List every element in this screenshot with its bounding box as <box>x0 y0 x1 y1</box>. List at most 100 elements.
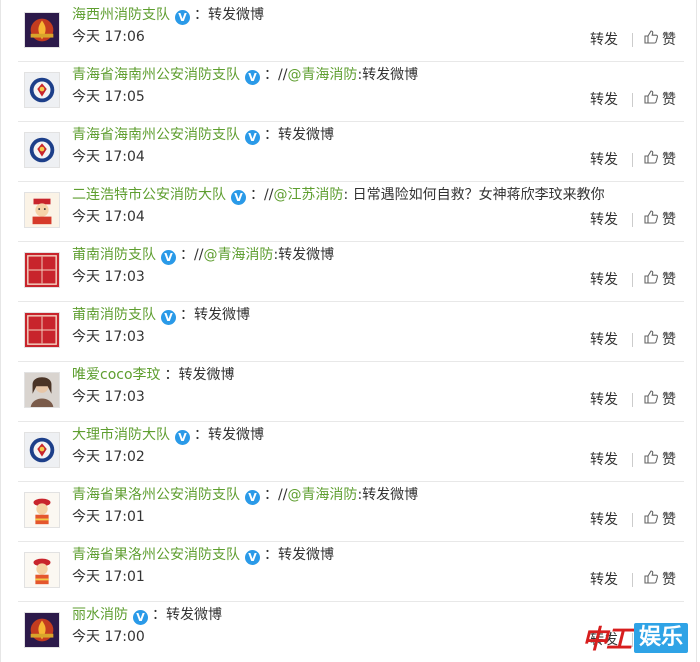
timestamp[interactable]: 今天 17:04 <box>72 147 145 167</box>
like-button[interactable]: 赞 <box>643 329 676 351</box>
portrait-avatar[interactable] <box>24 372 60 408</box>
verified-v-icon: V <box>161 310 176 325</box>
like-button[interactable]: 赞 <box>643 149 676 171</box>
repost-text: 转发微博 <box>166 607 222 623</box>
like-label: 赞 <box>662 332 676 348</box>
colon-separator: ： <box>264 487 278 503</box>
watermark-logo: 中工 <box>581 625 632 655</box>
repost-text: 转发微博 <box>278 547 334 563</box>
repost-item: 二连浩特市公安消防大队 V ：//@江苏消防: 日常遇险如何自救？女神蒋欣李玟来教你… <box>18 182 684 242</box>
like-button[interactable]: 赞 <box>643 209 676 231</box>
user-name-link[interactable]: 海西州消防支队 <box>72 7 170 23</box>
action-divider <box>632 393 633 407</box>
user-name-link[interactable]: 莆南消防支队 <box>72 307 156 323</box>
forward-button[interactable]: 转发 <box>590 90 618 110</box>
thumbs-up-icon <box>643 29 662 51</box>
like-button[interactable]: 赞 <box>643 509 676 531</box>
user-name-link[interactable]: 唯爱coco李玟 <box>72 367 161 383</box>
repost-item: 青海省果洛州公安消防支队 V ：//@青海消防:转发微博 今天 17:01 转发 赞 <box>18 482 684 542</box>
forward-button[interactable]: 转发 <box>590 570 618 590</box>
like-button[interactable]: 赞 <box>643 269 676 291</box>
forward-button[interactable]: 转发 <box>590 390 618 410</box>
like-button[interactable]: 赞 <box>643 29 676 51</box>
post-actions: 转发 赞 <box>590 30 676 50</box>
user-name-link[interactable]: 莆南消防支队 <box>72 247 156 263</box>
like-button[interactable]: 赞 <box>643 569 676 591</box>
fire-emblem-avatar[interactable] <box>24 12 60 48</box>
user-name-link[interactable]: 二连浩特市公安消防大队 <box>72 187 226 203</box>
user-name-link[interactable]: 青海省海南州公安消防支队 <box>72 67 240 83</box>
red-seal-avatar[interactable] <box>24 252 60 288</box>
thumbs-up-icon <box>643 269 662 291</box>
forward-button[interactable]: 转发 <box>590 330 618 350</box>
repost-text: 转发微博 <box>208 7 264 23</box>
colon-separator: ： <box>180 247 194 263</box>
police-badge-avatar[interactable] <box>24 432 60 468</box>
firefighter-mascot-avatar[interactable] <box>24 492 60 528</box>
like-label: 赞 <box>662 272 676 288</box>
thumbs-up-icon <box>643 209 662 231</box>
repost-item: 莆南消防支队 V ：//@青海消防:转发微博 今天 17:03 转发 赞 <box>18 242 684 302</box>
verified-v-icon: V <box>245 490 260 505</box>
repost-item: 唯爱coco李玟 ：转发微博 今天 17:03 转发 赞 <box>18 362 684 422</box>
like-label: 赞 <box>662 572 676 588</box>
firefighter-cartoon-avatar[interactable] <box>24 192 60 228</box>
timestamp[interactable]: 今天 17:01 <box>72 567 145 587</box>
action-divider <box>632 93 633 107</box>
forward-button[interactable]: 转发 <box>590 150 618 170</box>
verified-v-icon: V <box>161 250 176 265</box>
action-divider <box>632 513 633 527</box>
thumbs-up-icon <box>643 389 662 411</box>
mention-link[interactable]: @青海消防 <box>287 487 357 503</box>
user-name-link[interactable]: 青海省果洛州公安消防支队 <box>72 487 240 503</box>
verified-v-icon: V <box>231 190 246 205</box>
forward-button[interactable]: 转发 <box>590 30 618 50</box>
mention-link[interactable]: @江苏消防 <box>273 187 343 203</box>
repost-content: 莆南消防支队 V ：//@青海消防:转发微博 <box>72 244 334 266</box>
user-name-link[interactable]: 丽水消防 <box>72 607 128 623</box>
like-label: 赞 <box>662 392 676 408</box>
mention-link[interactable]: @青海消防 <box>203 247 273 263</box>
forward-button[interactable]: 转发 <box>590 270 618 290</box>
police-badge-avatar[interactable] <box>24 132 60 168</box>
repost-item: 大理市消防大队 V ：转发微博 今天 17:02 转发 赞 <box>18 422 684 482</box>
repost-content: 唯爱coco李玟 ：转发微博 <box>72 364 235 386</box>
forward-button[interactable]: 转发 <box>590 210 618 230</box>
action-divider <box>632 273 633 287</box>
thumbs-up-icon <box>643 569 662 591</box>
firefighter-mascot-avatar[interactable] <box>24 552 60 588</box>
forward-button[interactable]: 转发 <box>590 510 618 530</box>
watermark: 中工 娱乐 <box>582 619 688 656</box>
timestamp[interactable]: 今天 17:00 <box>72 627 145 647</box>
timestamp[interactable]: 今天 17:05 <box>72 87 145 107</box>
thumbs-up-icon <box>643 449 662 471</box>
user-name-link[interactable]: 青海省果洛州公安消防支队 <box>72 547 240 563</box>
timestamp[interactable]: 今天 17:03 <box>72 267 145 287</box>
timestamp[interactable]: 今天 17:04 <box>72 207 145 227</box>
timestamp[interactable]: 今天 17:02 <box>72 447 145 467</box>
repost-text: : 日常遇险如何自救？女神蒋欣李玟来教你 <box>343 187 605 203</box>
post-actions: 转发 赞 <box>590 450 676 470</box>
action-divider <box>632 153 633 167</box>
timestamp[interactable]: 今天 17:06 <box>72 27 145 47</box>
colon-separator: ： <box>264 127 278 143</box>
timestamp[interactable]: 今天 17:03 <box>72 387 145 407</box>
timestamp[interactable]: 今天 17:01 <box>72 507 145 527</box>
like-button[interactable]: 赞 <box>643 449 676 471</box>
fire-emblem-avatar[interactable] <box>24 612 60 648</box>
like-button[interactable]: 赞 <box>643 389 676 411</box>
mention-link[interactable]: @青海消防 <box>287 67 357 83</box>
action-divider <box>632 453 633 467</box>
user-name-link[interactable]: 青海省海南州公安消防支队 <box>72 127 240 143</box>
colon-separator: ： <box>264 67 278 83</box>
like-button[interactable]: 赞 <box>643 89 676 111</box>
repost-text: 转发微博 <box>178 367 235 383</box>
repost-text: 转发微博 <box>278 127 334 143</box>
user-name-link[interactable]: 大理市消防大队 <box>72 427 170 443</box>
police-badge-avatar[interactable] <box>24 72 60 108</box>
timestamp[interactable]: 今天 17:03 <box>72 327 145 347</box>
post-actions: 转发 赞 <box>590 270 676 290</box>
red-seal-avatar[interactable] <box>24 312 60 348</box>
colon-separator: ： <box>194 7 208 23</box>
forward-button[interactable]: 转发 <box>590 450 618 470</box>
